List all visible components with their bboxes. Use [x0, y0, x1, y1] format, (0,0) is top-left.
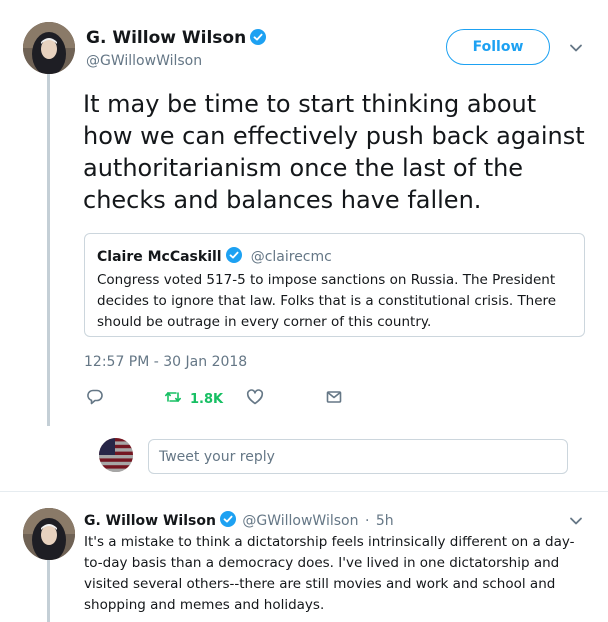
follow-button[interactable]: Follow — [446, 29, 550, 65]
author-handle[interactable]: @GWillowWilson — [86, 53, 202, 69]
tweet-timestamp[interactable]: 12:57 PM - 30 Jan 2018 — [84, 354, 247, 370]
envelope-icon — [325, 388, 343, 410]
author-name[interactable]: G. Willow Wilson — [86, 28, 267, 48]
current-user-avatar — [99, 438, 133, 472]
divider — [0, 491, 608, 492]
reply-button[interactable] — [86, 388, 104, 410]
reply-text: It's a mistake to think a dictatorship f… — [84, 534, 575, 613]
retweet-button[interactable]: 1.8K — [164, 388, 223, 410]
reply-icon — [86, 388, 104, 410]
author-name-text[interactable]: G. Willow Wilson — [86, 28, 246, 48]
like-button[interactable] — [246, 388, 264, 410]
reply-author-avatar[interactable] — [23, 508, 75, 560]
tweet-actions: 1.8K — [84, 388, 384, 408]
reply-author-handle[interactable]: @GWillowWilson — [242, 513, 358, 529]
retweet-count: 1.8K — [190, 391, 224, 407]
retweet-icon — [164, 388, 182, 410]
quoted-author-name: Claire McCaskill — [97, 249, 222, 265]
thread-connector-line — [47, 72, 50, 426]
reply-author-name[interactable]: G. Willow Wilson — [84, 513, 216, 529]
verified-badge-icon — [225, 247, 242, 263]
heart-icon — [246, 388, 264, 410]
quoted-author-handle: @clairecmc — [250, 249, 332, 265]
quoted-tweet[interactable]: Claire McCaskill @clairecmc Congress vot… — [84, 233, 585, 337]
thread-connector-line — [47, 560, 50, 622]
chevron-down-icon[interactable] — [569, 513, 583, 527]
chevron-down-icon[interactable] — [569, 40, 583, 54]
author-avatar[interactable] — [23, 22, 75, 74]
direct-message-button[interactable] — [325, 388, 343, 410]
reply-header: G. Willow Wilson @GWillowWilson · 5h — [84, 511, 394, 529]
tweet-text: It may be time to start thinking about h… — [83, 90, 585, 214]
reply-time[interactable]: 5h — [376, 513, 394, 529]
verified-badge-icon — [219, 511, 236, 527]
verified-badge-icon — [250, 29, 267, 45]
separator: · — [364, 513, 370, 529]
quoted-tweet-text: Congress voted 517-5 to impose sanctions… — [97, 272, 557, 330]
reply-input[interactable]: Tweet your reply — [148, 439, 568, 474]
